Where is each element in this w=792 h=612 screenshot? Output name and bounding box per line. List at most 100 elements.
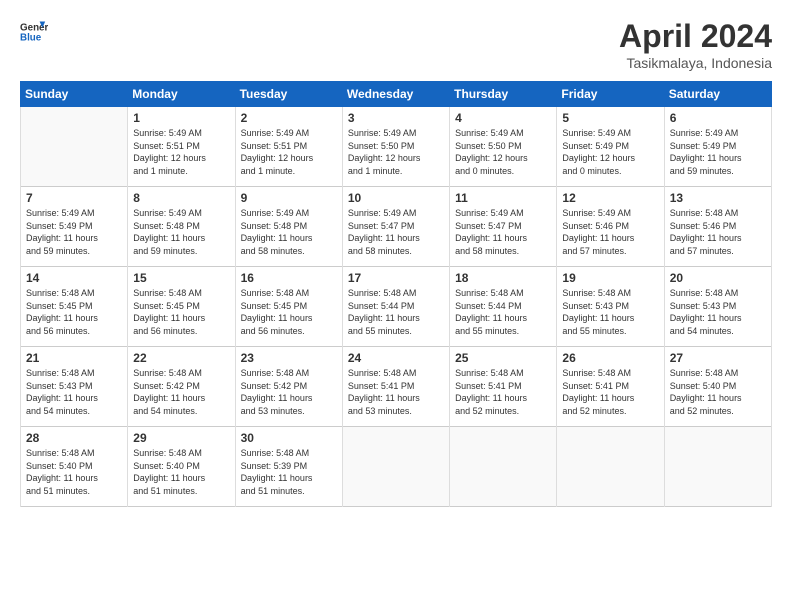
day-number: 14 [26,271,122,285]
day-number: 18 [455,271,551,285]
table-cell: 19 Sunrise: 5:48 AM Sunset: 5:43 PM Dayli… [557,267,664,347]
table-cell: 8Sunrise: 5:49 AM Sunset: 5:48 PM Daylig… [128,187,235,267]
table-cell: 16 Sunrise: 5:48 AM Sunset: 5:45 PM Dayli… [235,267,342,347]
logo: General Blue [20,18,48,46]
title-area: April 2024 Tasikmalaya, Indonesia [619,18,772,71]
table-cell: 10Sunrise: 5:49 AM Sunset: 5:47 PM Dayli… [342,187,449,267]
svg-text:Blue: Blue [20,32,42,43]
day-number: 15 [133,271,229,285]
table-cell: 30 Sunrise: 5:48 AM Sunset: 5:39 PM Dayli… [235,427,342,507]
day-info: Sunrise: 5:48 AM Sunset: 5:45 PM Dayligh… [26,287,122,337]
header-row: Sunday Monday Tuesday Wednesday Thursday… [21,82,772,107]
calendar-subtitle: Tasikmalaya, Indonesia [619,55,772,71]
day-number: 23 [241,351,337,365]
day-number: 8 [133,191,229,205]
day-number: 22 [133,351,229,365]
table-cell: 21Sunrise: 5:48 AM Sunset: 5:43 PM Dayli… [21,347,128,427]
day-number: 13 [670,191,766,205]
table-row: 21Sunrise: 5:48 AM Sunset: 5:43 PM Dayli… [21,347,772,427]
table-cell: 27 Sunrise: 5:48 AM Sunset: 5:40 PM Dayli… [664,347,771,427]
table-cell: 1Sunrise: 5:49 AM Sunset: 5:51 PM Daylig… [128,107,235,187]
day-number: 16 [241,271,337,285]
day-info: Sunrise: 5:48 AM Sunset: 5:39 PM Dayligh… [241,447,337,497]
day-number: 24 [348,351,444,365]
logo-icon: General Blue [20,18,48,46]
day-number: 30 [241,431,337,445]
table-cell [557,427,664,507]
table-cell [21,107,128,187]
col-sunday: Sunday [21,82,128,107]
day-info: Sunrise: 5:49 AM Sunset: 5:49 PM Dayligh… [670,127,766,177]
calendar-title: April 2024 [619,18,772,55]
day-number: 6 [670,111,766,125]
day-number: 20 [670,271,766,285]
day-number: 26 [562,351,658,365]
day-number: 1 [133,111,229,125]
table-cell: 13 Sunrise: 5:48 AM Sunset: 5:46 PM Dayli… [664,187,771,267]
table-cell [342,427,449,507]
table-cell: 2Sunrise: 5:49 AM Sunset: 5:51 PM Daylig… [235,107,342,187]
day-info: Sunrise: 5:48 AM Sunset: 5:40 PM Dayligh… [26,447,122,497]
table-cell: 5 Sunrise: 5:49 AM Sunset: 5:49 PM Daylig… [557,107,664,187]
day-number: 3 [348,111,444,125]
table-cell: 4 Sunrise: 5:49 AM Sunset: 5:50 PM Daylig… [450,107,557,187]
table-cell [664,427,771,507]
day-number: 28 [26,431,122,445]
table-cell: 9Sunrise: 5:49 AM Sunset: 5:48 PM Daylig… [235,187,342,267]
day-info: Sunrise: 5:49 AM Sunset: 5:51 PM Dayligh… [241,127,337,177]
col-friday: Friday [557,82,664,107]
table-cell: 3Sunrise: 5:49 AM Sunset: 5:50 PM Daylig… [342,107,449,187]
day-info: Sunrise: 5:48 AM Sunset: 5:42 PM Dayligh… [241,367,337,417]
day-info: Sunrise: 5:49 AM Sunset: 5:49 PM Dayligh… [562,127,658,177]
col-wednesday: Wednesday [342,82,449,107]
day-number: 7 [26,191,122,205]
table-cell: 6 Sunrise: 5:49 AM Sunset: 5:49 PM Daylig… [664,107,771,187]
day-info: Sunrise: 5:48 AM Sunset: 5:44 PM Dayligh… [455,287,551,337]
day-info: Sunrise: 5:49 AM Sunset: 5:49 PM Dayligh… [26,207,122,257]
day-info: Sunrise: 5:48 AM Sunset: 5:44 PM Dayligh… [348,287,444,337]
day-info: Sunrise: 5:48 AM Sunset: 5:41 PM Dayligh… [562,367,658,417]
day-info: Sunrise: 5:48 AM Sunset: 5:45 PM Dayligh… [133,287,229,337]
table-cell: 29Sunrise: 5:48 AM Sunset: 5:40 PM Dayli… [128,427,235,507]
day-info: Sunrise: 5:48 AM Sunset: 5:45 PM Dayligh… [241,287,337,337]
day-number: 5 [562,111,658,125]
day-number: 27 [670,351,766,365]
day-info: Sunrise: 5:48 AM Sunset: 5:43 PM Dayligh… [562,287,658,337]
day-info: Sunrise: 5:49 AM Sunset: 5:47 PM Dayligh… [455,207,551,257]
table-cell: 17 Sunrise: 5:48 AM Sunset: 5:44 PM Dayli… [342,267,449,347]
col-tuesday: Tuesday [235,82,342,107]
day-info: Sunrise: 5:48 AM Sunset: 5:41 PM Dayligh… [348,367,444,417]
table-cell: 24 Sunrise: 5:48 AM Sunset: 5:41 PM Dayli… [342,347,449,427]
page: General Blue April 2024 Tasikmalaya, Ind… [0,0,792,612]
table-row: 7 Sunrise: 5:49 AM Sunset: 5:49 PM Daylig… [21,187,772,267]
table-cell: 12 Sunrise: 5:49 AM Sunset: 5:46 PM Dayli… [557,187,664,267]
day-number: 21 [26,351,122,365]
table-cell: 15 Sunrise: 5:48 AM Sunset: 5:45 PM Dayli… [128,267,235,347]
day-number: 4 [455,111,551,125]
col-monday: Monday [128,82,235,107]
header: General Blue April 2024 Tasikmalaya, Ind… [20,18,772,71]
day-info: Sunrise: 5:49 AM Sunset: 5:48 PM Dayligh… [241,207,337,257]
col-saturday: Saturday [664,82,771,107]
table-row: 1 Sunrise: 5:49 AM Sunset: 5:51 PM Daylig… [21,107,772,187]
table-cell: 25Sunrise: 5:48 AM Sunset: 5:41 PM Dayli… [450,347,557,427]
col-thursday: Thursday [450,82,557,107]
day-number: 25 [455,351,551,365]
day-number: 17 [348,271,444,285]
table-cell: 23 Sunrise: 5:48 AM Sunset: 5:42 PM Dayli… [235,347,342,427]
day-number: 12 [562,191,658,205]
day-number: 19 [562,271,658,285]
calendar-table: Sunday Monday Tuesday Wednesday Thursday… [20,81,772,507]
table-cell: 22Sunrise: 5:48 AM Sunset: 5:42 PM Dayli… [128,347,235,427]
table-cell: 7 Sunrise: 5:49 AM Sunset: 5:49 PM Daylig… [21,187,128,267]
day-info: Sunrise: 5:49 AM Sunset: 5:50 PM Dayligh… [455,127,551,177]
day-info: Sunrise: 5:48 AM Sunset: 5:46 PM Dayligh… [670,207,766,257]
day-info: Sunrise: 5:49 AM Sunset: 5:46 PM Dayligh… [562,207,658,257]
day-info: Sunrise: 5:48 AM Sunset: 5:40 PM Dayligh… [670,367,766,417]
day-info: Sunrise: 5:49 AM Sunset: 5:47 PM Dayligh… [348,207,444,257]
table-row: 14 Sunrise: 5:48 AM Sunset: 5:45 PM Dayli… [21,267,772,347]
table-cell: 28 Sunrise: 5:48 AM Sunset: 5:40 PM Dayli… [21,427,128,507]
table-cell [450,427,557,507]
table-row: 28 Sunrise: 5:48 AM Sunset: 5:40 PM Dayli… [21,427,772,507]
table-cell: 18 Sunrise: 5:48 AM Sunset: 5:44 PM Dayli… [450,267,557,347]
